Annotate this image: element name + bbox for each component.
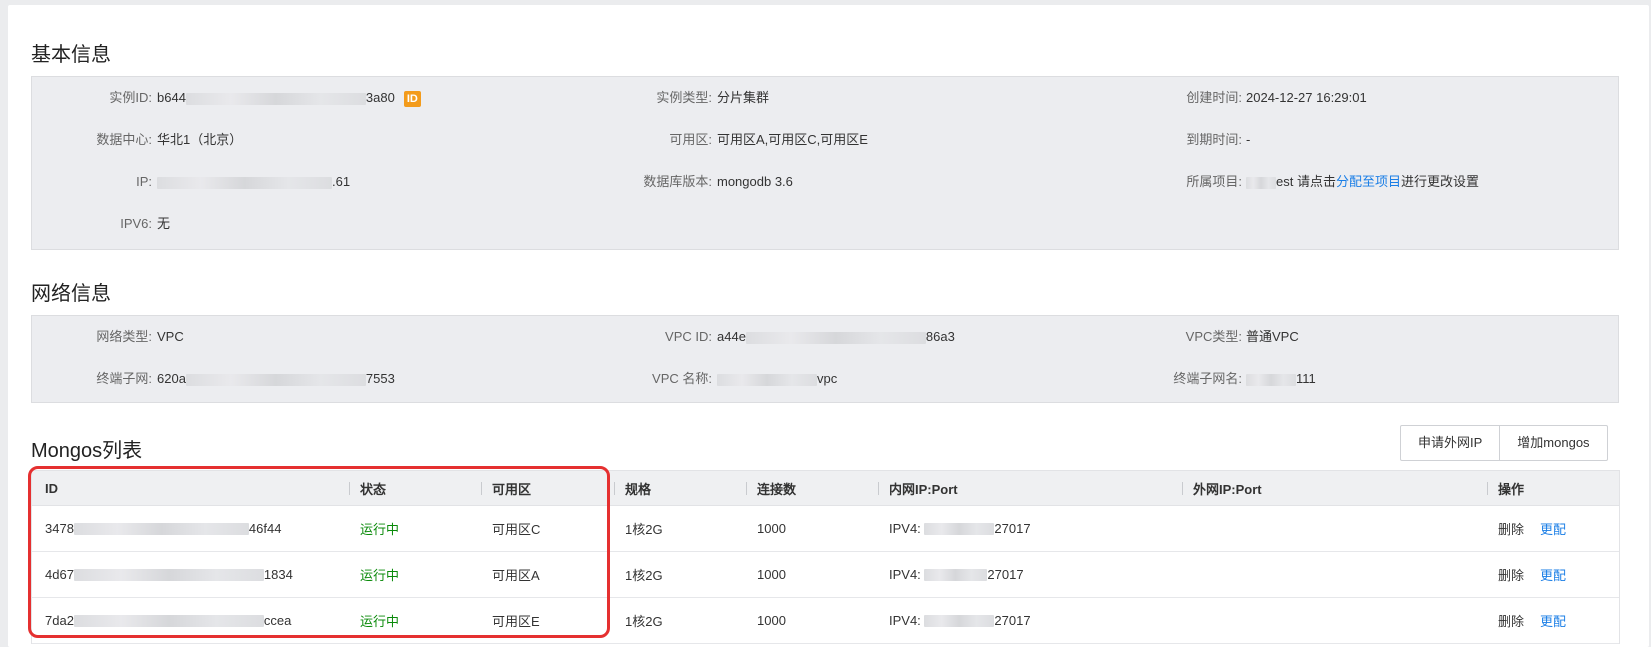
mongos-id: 4d67 1834 <box>45 567 293 582</box>
instance-type-value: 分片集群 <box>717 90 770 105</box>
mongos-id: 3478 46f44 <box>45 521 282 536</box>
col-header-status: 状态 <box>348 471 386 505</box>
status-badge: 运行中 <box>360 568 400 583</box>
zone-cell: 可用区C <box>492 522 541 537</box>
instance-type-label: 实例类型: <box>656 90 712 105</box>
network-info-panel: 网络类型: VPC VPC ID: a44e 86a3 VPC类型: 普通VPC … <box>31 315 1619 403</box>
spec-cell: 1核2G <box>625 568 663 583</box>
net-type-value: VPC <box>157 329 184 344</box>
expire-time-value: - <box>1246 132 1251 147</box>
ip-label: IP: <box>136 174 152 189</box>
status-badge: 运行中 <box>360 522 400 537</box>
change-spec-link[interactable]: 更配 <box>1540 519 1566 538</box>
subnet-value: 620a 7553 <box>157 371 395 386</box>
ip-value: .61 <box>157 172 350 192</box>
action-cell: 删除 更配 <box>1498 552 1566 597</box>
datacenter-value: 华北1（北京） <box>157 132 243 147</box>
change-spec-link[interactable]: 更配 <box>1540 611 1566 630</box>
project-value: est 请点击分配至项目进行更改设置 <box>1246 172 1479 192</box>
subnet-name-value: 111 <box>1246 369 1316 389</box>
vpc-id-label: VPC ID: <box>665 329 712 344</box>
table-header: ID 状态 可用区 规格 连接数 内网IP:Port 外网IP:Port 操作 <box>32 471 1619 506</box>
db-version-label: 数据库版本: <box>643 174 712 189</box>
db-version-value: mongodb 3.6 <box>717 174 793 189</box>
col-header-id: ID <box>45 480 58 496</box>
col-header-spec: 规格 <box>613 471 651 505</box>
project-label: 所属项目: <box>1186 174 1242 189</box>
vpc-type-label: VPC类型: <box>1185 329 1242 344</box>
vpc-id-value: a44e 86a3 <box>717 329 955 344</box>
mongos-action-group: 申请外网IP 增加mongos <box>1400 425 1608 461</box>
apply-public-ip-button[interactable]: 申请外网IP <box>1401 426 1499 460</box>
mongos-list-title: Mongos列表 <box>31 440 143 462</box>
zone-label: 可用区: <box>669 132 712 147</box>
instance-id-value: b644 3a80 ID <box>157 88 421 108</box>
private-ip-cell: IPV4: 27017 <box>889 567 1024 582</box>
delete-button[interactable]: 删除 <box>1498 519 1524 538</box>
zone-cell: 可用区A <box>492 568 540 583</box>
zone-value: 可用区A,可用区C,可用区E <box>717 132 868 147</box>
conn-cell: 1000 <box>757 613 786 628</box>
network-info-title: 网络信息 <box>31 283 111 305</box>
zone-cell: 可用区E <box>492 614 540 629</box>
private-ip-cell: IPV4: 27017 <box>889 521 1031 536</box>
net-type-label: 网络类型: <box>96 329 152 344</box>
table-row: 3478 46f44 运行中 可用区C 1核2G 1000 IPV4: 27017… <box>32 506 1619 552</box>
ipv6-label: IPV6: <box>120 216 152 231</box>
spec-cell: 1核2G <box>625 522 663 537</box>
col-header-zone: 可用区 <box>480 471 531 505</box>
delete-button[interactable]: 删除 <box>1498 565 1524 584</box>
mongos-table: ID 状态 可用区 规格 连接数 内网IP:Port 外网IP:Port 操作 … <box>31 470 1620 644</box>
col-header-conn: 连接数 <box>745 471 796 505</box>
vpc-type-value: 普通VPC <box>1246 329 1299 344</box>
vpc-name-label: VPC 名称: <box>652 371 712 386</box>
col-header-private-ip: 内网IP:Port <box>878 471 958 505</box>
vpc-name-value: vpc <box>717 369 837 389</box>
expire-time-label: 到期时间: <box>1186 132 1242 147</box>
assign-project-link[interactable]: 分配至项目 <box>1336 174 1401 189</box>
private-ip-cell: IPV4: 27017 <box>889 613 1031 628</box>
col-header-public-ip: 外网IP:Port <box>1182 471 1262 505</box>
status-badge: 运行中 <box>360 614 400 629</box>
subnet-label: 终端子网: <box>96 371 152 386</box>
action-cell: 删除 更配 <box>1498 598 1566 643</box>
mongos-id: 7da2 ccea <box>45 613 292 628</box>
copy-id-icon[interactable]: ID <box>403 90 421 107</box>
ipv6-value: 无 <box>157 216 171 231</box>
instance-id-label: 实例ID: <box>109 90 152 105</box>
action-cell: 删除 更配 <box>1498 506 1566 551</box>
datacenter-label: 数据中心: <box>96 132 152 147</box>
basic-info-title: 基本信息 <box>31 44 111 66</box>
table-row: 7da2 ccea 运行中 可用区E 1核2G 1000 IPV4: 27017 … <box>32 598 1619 644</box>
conn-cell: 1000 <box>757 521 786 536</box>
add-mongos-button[interactable]: 增加mongos <box>1499 426 1606 460</box>
delete-button[interactable]: 删除 <box>1498 611 1524 630</box>
table-row: 4d67 1834 运行中 可用区A 1核2G 1000 IPV4: 27017 … <box>32 552 1619 598</box>
conn-cell: 1000 <box>757 567 786 582</box>
created-time-value: 2024-12-27 16:29:01 <box>1246 90 1367 105</box>
col-header-action: 操作 <box>1486 471 1524 505</box>
basic-info-panel: 实例ID: b644 3a80 ID 实例类型: 分片集群 创建时间: 2024-1… <box>31 76 1619 250</box>
subnet-name-label: 终端子网名: <box>1173 371 1242 386</box>
created-time-label: 创建时间: <box>1186 90 1242 105</box>
change-spec-link[interactable]: 更配 <box>1540 565 1566 584</box>
spec-cell: 1核2G <box>625 614 663 629</box>
